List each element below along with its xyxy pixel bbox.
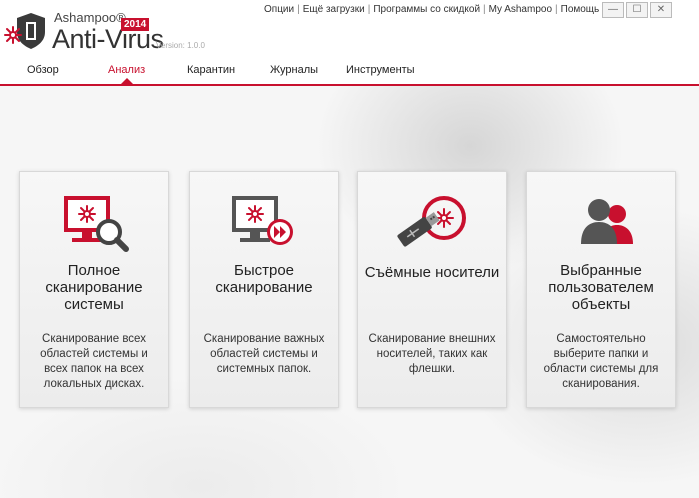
more-downloads-link[interactable]: Ещё загрузки [303,4,365,15]
tab-analysis[interactable]: Анализ [108,64,145,76]
window-controls: — ☐ ✕ [602,2,672,18]
card-title: Быстрое сканирование [215,262,313,296]
version-label: Version: 1.0.0 [156,41,205,50]
brand-company: Ashampoo® [54,10,126,25]
separator: | [297,4,300,15]
my-ashampoo-link[interactable]: My Ashampoo [489,4,552,15]
help-link[interactable]: Помощь [561,4,600,15]
quick-scan-card[interactable]: Быстрое сканирование Сканирование важных… [189,171,339,408]
quick-scan-icon [232,196,293,245]
tab-logs[interactable]: Журналы [270,64,318,76]
tab-underline [0,84,699,86]
card-description: Самостоятельно выберите папки и области … [543,333,659,390]
separator: | [483,4,486,15]
tab-overview[interactable]: Обзор [27,64,59,76]
full-scan-icon [64,196,129,252]
separator: | [555,4,558,15]
tab-bar: Обзор Анализ Карантин Журналы Инструмент… [0,64,699,86]
tab-quarantine[interactable]: Карантин [187,64,235,76]
discount-programs-link[interactable]: Программы со скидкой [373,4,480,15]
card-title: Съёмные носители [364,264,500,281]
tab-tools[interactable]: Инструменты [346,64,415,76]
card-description: Сканирование важных областей системы и с… [203,333,325,375]
options-link[interactable]: Опции [264,4,294,15]
usb-scan-icon [397,196,466,247]
card-description: Сканирование внешних носителей, таких ка… [368,333,496,375]
custom-scan-icon [581,199,633,244]
year-badge: 2014 [121,18,150,31]
card-title: Полное сканирование системы [45,262,143,313]
header: Ashampoo® Anti-Virus 2014 Version: 1.0.0… [0,0,699,86]
maximize-button[interactable]: ☐ [626,2,648,18]
card-title: Выбранные пользователем объекты [548,262,654,313]
card-description: Сканирование всех областей системы и все… [40,333,148,390]
top-links: Опции | Ещё загрузки | Программы со скидкой |… [264,4,599,15]
close-button[interactable]: ✕ [650,2,672,18]
removable-media-card[interactable]: Съёмные носители Сканирование внешних но… [357,171,507,408]
custom-scan-card[interactable]: Выбранные пользователем объекты Самостоя… [526,171,676,408]
virus-burst-icon [4,26,22,44]
full-scan-card[interactable]: Полное сканирование системы Сканирование… [19,171,169,408]
separator: | [367,4,371,15]
minimize-button[interactable]: — [602,2,624,18]
